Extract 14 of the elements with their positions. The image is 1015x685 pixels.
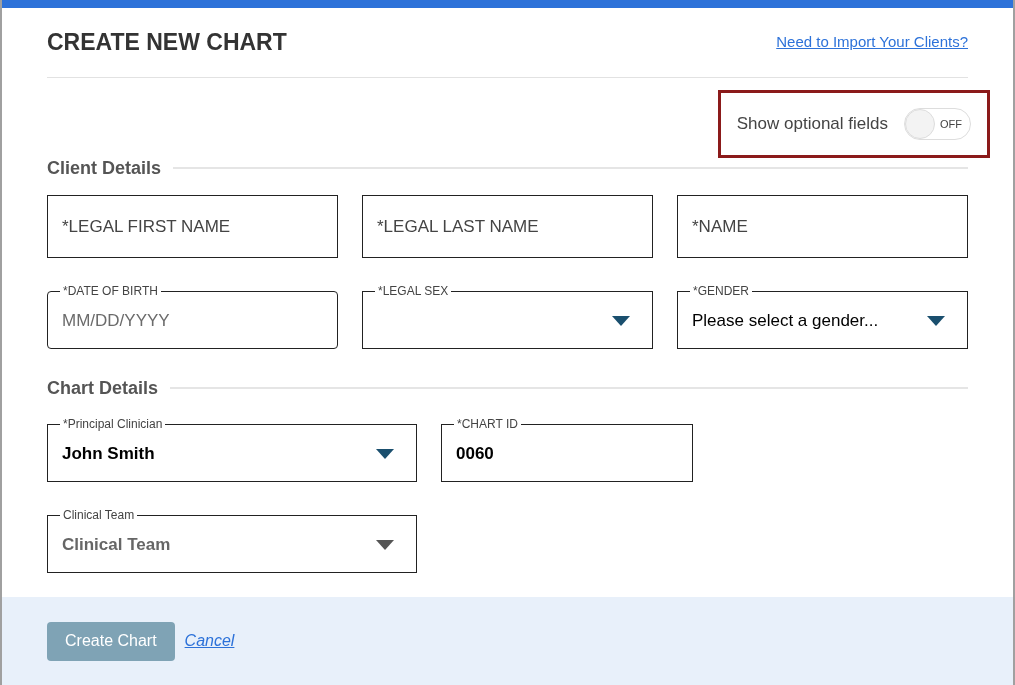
caret-icon — [927, 316, 945, 326]
caret-icon — [376, 540, 394, 550]
optional-fields-toggle[interactable]: OFF — [904, 108, 971, 140]
input-field[interactable]: *LEGAL LAST NAME — [362, 195, 653, 258]
caret-icon — [376, 449, 394, 459]
cancel-link[interactable]: Cancel — [184, 629, 235, 653]
section-heading: Client Details — [47, 156, 162, 180]
import-clients-link[interactable]: Need to Import Your Clients? — [776, 31, 968, 54]
caret-icon — [612, 316, 630, 326]
input-field[interactable]: *NAME — [677, 195, 968, 258]
section-heading: Chart Details — [47, 376, 159, 400]
dialog-title: CREATE NEW CHART — [47, 28, 287, 58]
input-field[interactable]: *LEGAL FIRST NAME — [47, 195, 338, 258]
toggle-label: Show optional fields — [736, 113, 888, 136]
